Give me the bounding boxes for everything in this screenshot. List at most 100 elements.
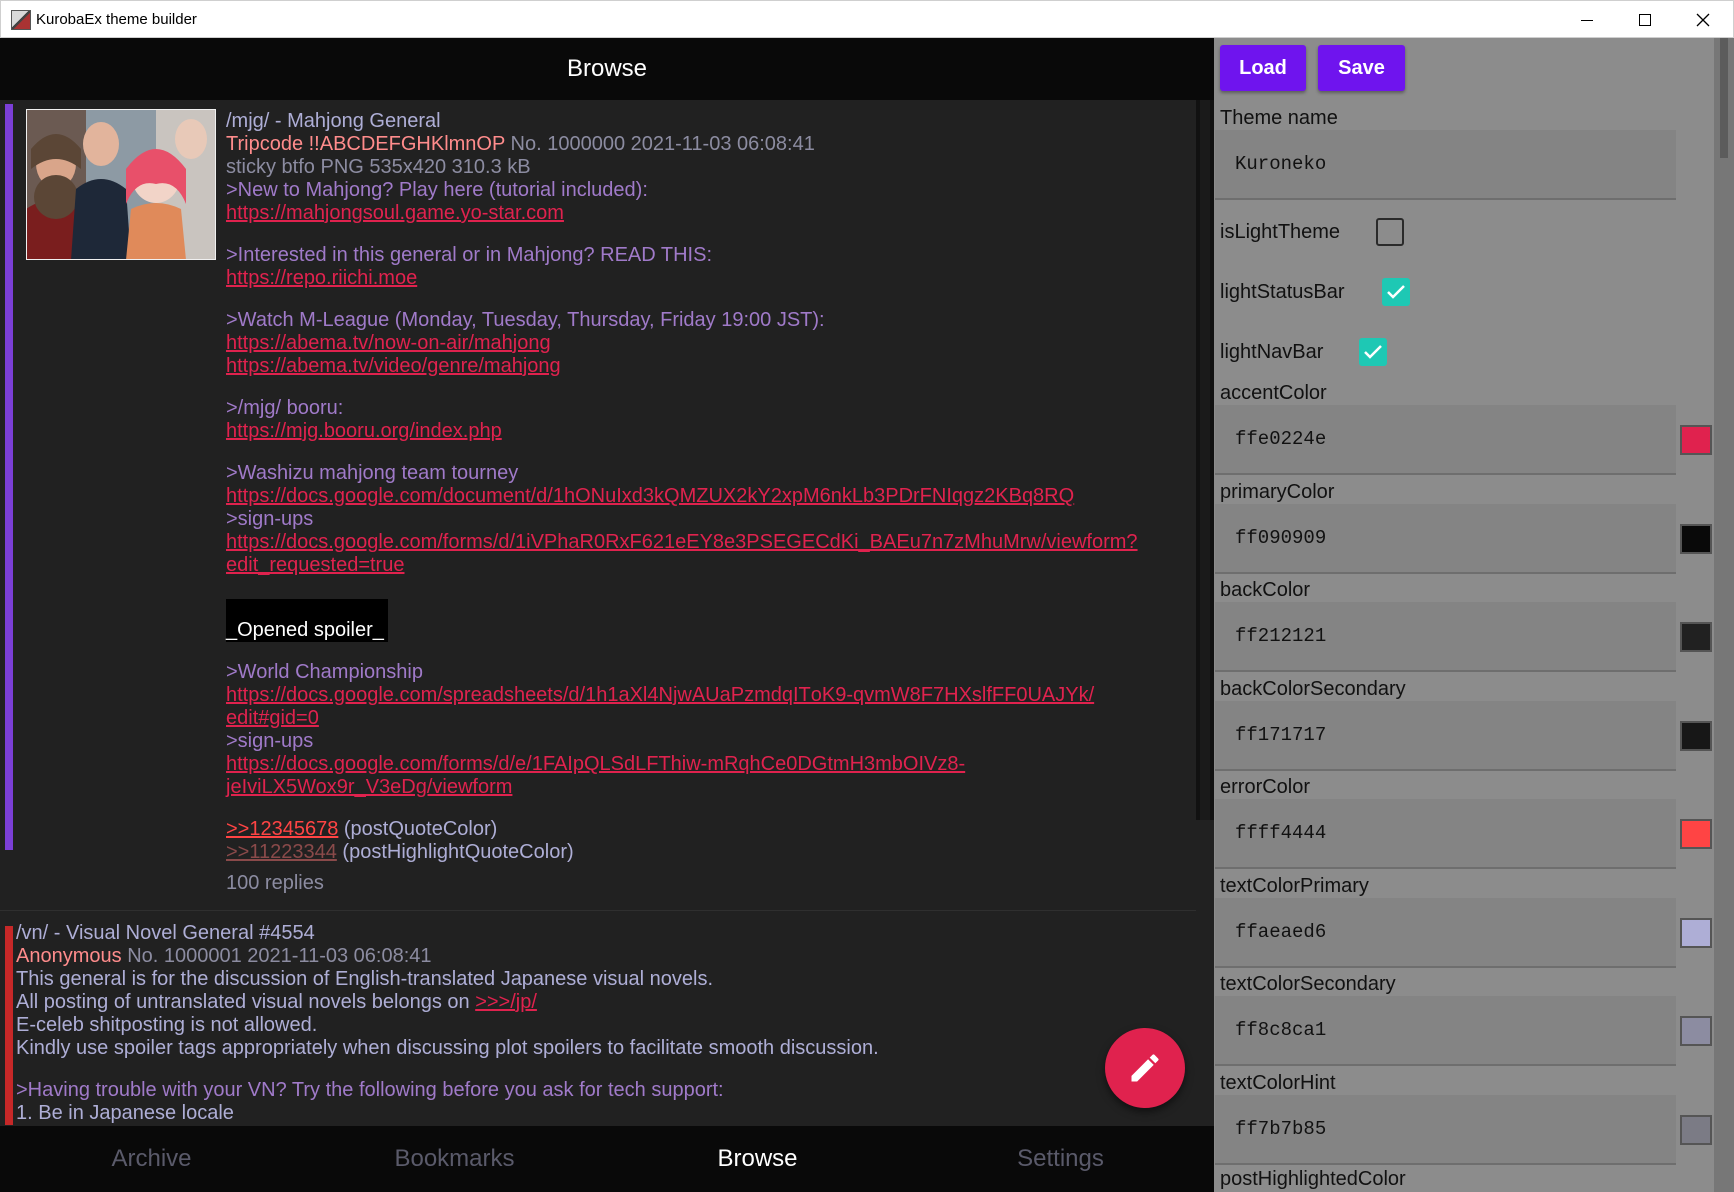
post-link[interactable]: https://mahjongsoul.game.yo-star.com <box>226 202 564 224</box>
bottom-nav: Archive Bookmarks Browse Settings <box>0 1126 1214 1192</box>
backColor-field[interactable]: ff212121 <box>1215 602 1676 672</box>
theme-name-value: Kuroneko <box>1235 153 1327 175</box>
post-highlighted-color-label: postHighlightedColor <box>1220 1168 1406 1190</box>
accentColor-field[interactable]: ffe0224e <box>1215 405 1676 475</box>
greentext-line: >Having trouble with your VN? Try the fo… <box>16 1079 724 1101</box>
textColorHint-field[interactable]: ff7b7b85 <box>1215 1095 1676 1165</box>
textColorPrimary-swatch[interactable] <box>1680 918 1712 948</box>
post-link[interactable]: https://docs.google.com/document/d/1hONu… <box>226 485 1074 507</box>
backColorSecondary-label: backColorSecondary <box>1220 678 1406 700</box>
maximize-icon <box>1639 14 1651 26</box>
post-stripe <box>5 926 13 1125</box>
minimize-button[interactable] <box>1558 1 1616 39</box>
primaryColor-label: primaryColor <box>1220 481 1335 503</box>
thumbnail-image <box>26 109 216 260</box>
post-link[interactable]: https://repo.riichi.moe <box>226 267 417 289</box>
textColorHint-swatch[interactable] <box>1680 1115 1712 1145</box>
thread-card[interactable]: /vn/ - Visual Novel General #4554 Anonym… <box>0 922 1196 1125</box>
scrollbar-thumb[interactable] <box>1200 100 1210 820</box>
textColorHint-label: textColorHint <box>1220 1072 1336 1094</box>
toggle-label-lightStatusBar: lightStatusBar <box>1220 281 1345 303</box>
post-link[interactable]: jeIviLX5Wox9r_V3eDg/viewform <box>226 776 512 798</box>
toggle-label-lightNavBar: lightNavBar <box>1220 341 1324 363</box>
greentext-line: >World Championship <box>226 661 423 683</box>
primaryColor-field[interactable]: ff090909 <box>1215 504 1676 574</box>
load-button[interactable]: Load <box>1220 45 1306 91</box>
backColorSecondary-swatch[interactable] <box>1680 721 1712 751</box>
primaryColor-swatch[interactable] <box>1680 524 1712 554</box>
checkmark-icon <box>1387 285 1405 299</box>
post-link[interactable]: https://docs.google.com/forms/d/1iVPhaR0… <box>226 531 1138 553</box>
errorColor-swatch[interactable] <box>1680 819 1712 849</box>
post-text: All posting of untranslated visual novel… <box>16 991 476 1013</box>
post-body: /mjg/ - Mahjong General Tripcode !!ABCDE… <box>226 110 1196 895</box>
backColor-swatch[interactable] <box>1680 622 1712 652</box>
post-link[interactable]: edit_requested=true <box>226 554 404 576</box>
divider <box>0 910 1196 911</box>
textColorPrimary-label: textColorPrimary <box>1220 875 1369 897</box>
close-button[interactable] <box>1674 1 1732 39</box>
spoiler-text[interactable]: _Opened spoiler_ <box>226 599 388 642</box>
post-quote-label: (postQuoteColor) <box>338 818 498 840</box>
checkbox-lightNavBar[interactable] <box>1359 338 1387 366</box>
theme-editor-pane: Load Save Theme name Kuroneko isLightThe… <box>1214 38 1734 1192</box>
nav-settings[interactable]: Settings <box>909 1126 1212 1192</box>
accentColor-swatch[interactable] <box>1680 425 1712 455</box>
post-link[interactable]: https://mjg.booru.org/index.php <box>226 420 502 442</box>
checkbox-isLightTheme[interactable] <box>1376 218 1404 246</box>
thread-scrollbar[interactable] <box>1196 100 1214 820</box>
post-text: E-celeb shitposting is not allowed. <box>16 1014 318 1036</box>
backColorSecondary-value: ff171717 <box>1235 724 1327 746</box>
post-link[interactable]: https://docs.google.com/forms/d/e/1FAIpQ… <box>226 753 965 775</box>
post-link[interactable]: https://abema.tv/now-on-air/mahjong <box>226 332 551 354</box>
editor-scrollbar[interactable] <box>1714 38 1734 1192</box>
nav-archive[interactable]: Archive <box>0 1126 303 1192</box>
app-window: KurobaEx theme builder Browse /mjg/ - Ma… <box>0 0 1734 1192</box>
errorColor-value: ffff4444 <box>1235 822 1327 844</box>
textColorSecondary-value: ff8c8ca1 <box>1235 1019 1327 1041</box>
post-number-date: No. 1000001 2021-11-03 06:08:41 <box>127 945 432 967</box>
file-info: sticky btfo PNG 535x420 310.3 kB <box>226 156 531 178</box>
post-number-date: No. 1000000 2021-11-03 06:08:41 <box>510 133 815 155</box>
toolbar-title: Browse <box>566 55 648 82</box>
textColorSecondary-label: textColorSecondary <box>1220 973 1396 995</box>
nav-browse[interactable]: Browse <box>606 1126 909 1192</box>
minimize-icon <box>1581 19 1593 21</box>
post-stripe <box>5 104 13 850</box>
backColorSecondary-field[interactable]: ff171717 <box>1215 701 1676 771</box>
post-link[interactable]: https://docs.google.com/spreadsheets/d/1… <box>226 684 1094 706</box>
backColor-value: ff212121 <box>1235 625 1327 647</box>
post-quote-link[interactable]: >>12345678 <box>226 818 338 840</box>
close-icon <box>1696 13 1710 27</box>
post-subject: /vn/ - Visual Novel General #4554 <box>16 922 315 944</box>
reply-fab[interactable] <box>1105 1028 1185 1108</box>
backColor-label: backColor <box>1220 579 1311 601</box>
replies-count[interactable]: 100 replies <box>226 872 1196 895</box>
board-link[interactable]: >>>/jp/ <box>475 991 537 1013</box>
save-button[interactable]: Save <box>1318 45 1405 91</box>
checkbox-lightStatusBar[interactable] <box>1382 278 1410 306</box>
greentext-line: >Watch M-League (Monday, Tuesday, Thursd… <box>226 309 825 331</box>
post-text: Kindly use spoiler tags appropriately wh… <box>16 1037 879 1059</box>
greentext-line: >sign-ups <box>226 730 314 752</box>
thread-thumbnail[interactable] <box>26 109 216 260</box>
post-body: /vn/ - Visual Novel General #4554 Anonym… <box>16 922 1186 1125</box>
textColorPrimary-field[interactable]: ffaeaed6 <box>1215 898 1676 968</box>
greentext-line: >Washizu mahjong team tourney <box>226 462 519 484</box>
scrollbar-thumb[interactable] <box>1720 38 1728 158</box>
theme-name-field[interactable]: Kuroneko <box>1215 130 1676 200</box>
post-link[interactable]: https://abema.tv/video/genre/mahjong <box>226 355 561 377</box>
textColorSecondary-field[interactable]: ff8c8ca1 <box>1215 996 1676 1066</box>
post-link[interactable]: edit#gid=0 <box>226 707 319 729</box>
errorColor-field[interactable]: ffff4444 <box>1215 799 1676 869</box>
nav-bookmarks[interactable]: Bookmarks <box>303 1126 606 1192</box>
thread-list[interactable]: /mjg/ - Mahjong General Tripcode !!ABCDE… <box>0 100 1196 1125</box>
thread-card[interactable]: /mjg/ - Mahjong General Tripcode !!ABCDE… <box>0 104 1196 900</box>
accentColor-value: ffe0224e <box>1235 428 1327 450</box>
post-highlight-quote-link[interactable]: >>11223344 <box>226 841 337 863</box>
maximize-button[interactable] <box>1616 1 1674 39</box>
checkmark-icon <box>1364 345 1382 359</box>
theme-name-label: Theme name <box>1220 107 1338 129</box>
textColorSecondary-swatch[interactable] <box>1680 1016 1712 1046</box>
poster-name: Anonymous <box>16 945 122 967</box>
